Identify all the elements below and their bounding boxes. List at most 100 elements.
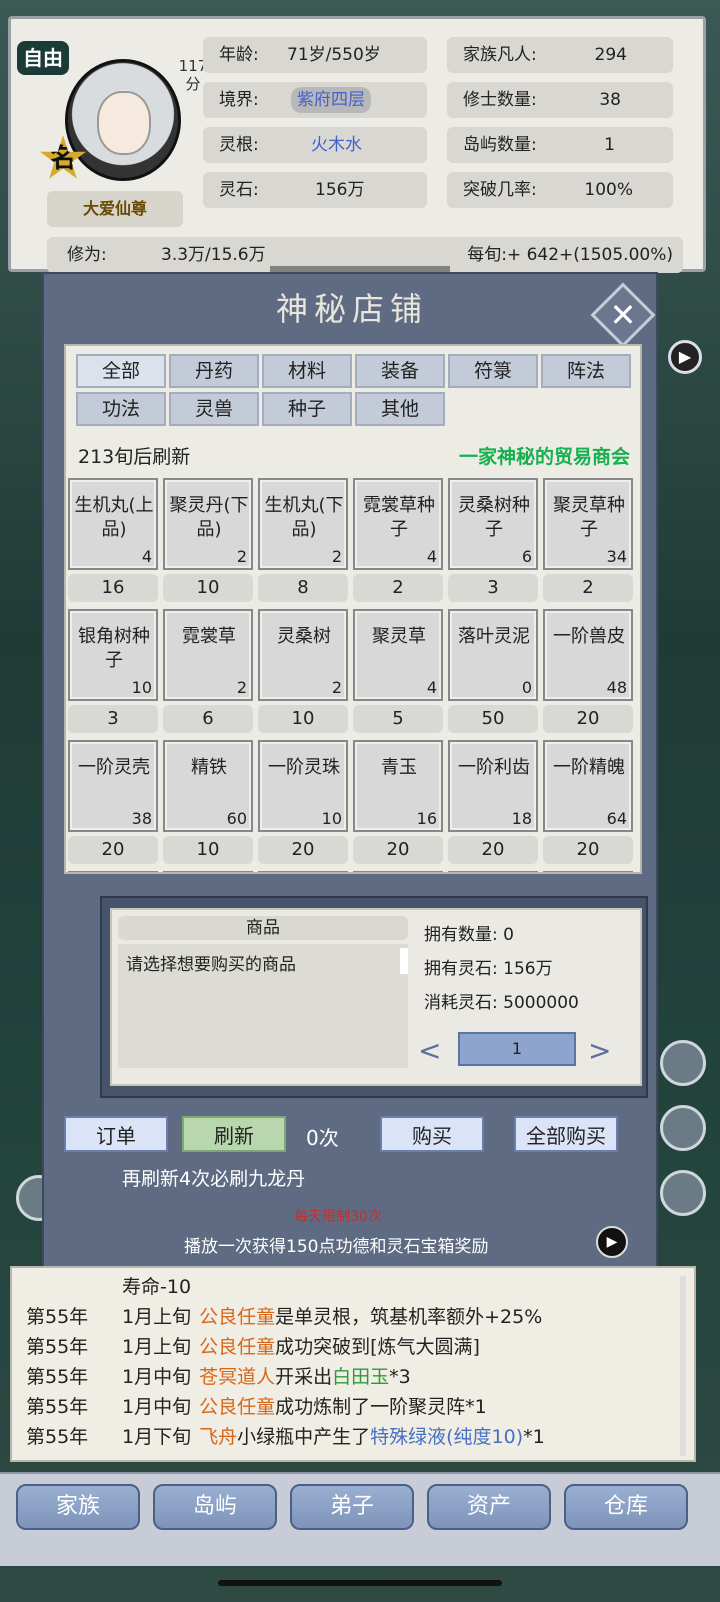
tab-9[interactable]: 种子 [262, 392, 352, 426]
tab-7[interactable]: 功法 [76, 392, 166, 426]
log-first-line: 寿命-10 [122, 1276, 192, 1298]
item-stock: 6 [521, 547, 532, 566]
item-stock: 34 [606, 547, 627, 566]
item-price: 10 [163, 574, 253, 602]
cultivation-label: 修为: [67, 245, 107, 265]
mystery-shop-dialog: 神秘店铺 ✕ 全部 丹药 材料 装备 符箓 阵法 功法 灵兽 种子 其他 213旬后刷新 一家神秘… [42, 272, 658, 1268]
player-title: 大爱仙尊 [47, 191, 183, 227]
shop-item[interactable]: 聚灵草 4 [353, 609, 443, 701]
item-stock: 4 [141, 547, 152, 566]
shop-item[interactable]: 一阶灵壳 38 [68, 740, 158, 832]
item-price: 10 [163, 836, 253, 864]
log-actor[interactable]: 苍冥道人 [199, 1366, 275, 1388]
decrease-arrow-icon[interactable]: < [418, 1034, 441, 1067]
stat-cultivators: 修士数量: 38 [447, 82, 673, 118]
log-actor[interactable]: 公良任童 [199, 1396, 275, 1418]
stat-label: 灵根: [219, 135, 259, 155]
item-name: 一阶灵壳 [78, 757, 150, 778]
item-price: 3 [448, 574, 538, 602]
item-price: 20 [543, 705, 633, 733]
stat-value: 156万 [315, 180, 365, 200]
shop-item[interactable]: 聚灵丹(下品) 2 [163, 478, 253, 570]
shop-item[interactable]: 灵桑树种子 6 [448, 478, 538, 570]
shop-item[interactable]: 银角树种子 10 [68, 609, 158, 701]
refresh-button[interactable]: 刷新 [182, 1116, 286, 1152]
shop-item[interactable]: 一阶灵珠 10 [258, 740, 348, 832]
mountain-icon[interactable] [660, 1105, 706, 1151]
stat-label: 岛屿数量: [463, 135, 537, 155]
tab-4[interactable]: 装备 [355, 354, 445, 388]
shop-item[interactable] [543, 871, 633, 872]
shop-item[interactable]: 生机丸(下品) 2 [258, 478, 348, 570]
tab-5[interactable]: 符箓 [448, 354, 538, 388]
item-name: 生机丸(下品) [264, 495, 344, 540]
item-price: 10 [258, 705, 348, 733]
daily-limit-notice: 每天限制30次 [294, 1209, 382, 1225]
play-icon[interactable]: ▶ [668, 340, 702, 374]
item-name: 灵桑树种子 [458, 495, 530, 540]
shop-item[interactable] [353, 871, 443, 872]
shop-item[interactable]: 聚灵草种子 34 [543, 478, 633, 570]
stat-islands: 岛屿数量: 1 [447, 127, 673, 163]
shop-item[interactable]: 灵桑树 2 [258, 609, 348, 701]
shop-item[interactable]: 一阶利齿 18 [448, 740, 538, 832]
log-actor[interactable]: 公良任童 [199, 1306, 275, 1328]
item-name: 青玉 [381, 757, 417, 778]
item-stock: 0 [521, 678, 532, 697]
tab-10[interactable]: 其他 [355, 392, 445, 426]
tab-2[interactable]: 丹药 [169, 354, 259, 388]
stat-value: 火木水 [311, 135, 362, 155]
per-period-gain: 每旬:+ 642+(1505.00%) [467, 245, 673, 265]
shop-item[interactable] [258, 871, 348, 872]
increase-arrow-icon[interactable]: > [588, 1034, 611, 1067]
shop-item[interactable]: 生机丸(上品) 4 [68, 478, 158, 570]
log-actor[interactable]: 公良任童 [199, 1336, 275, 1358]
quantity-input[interactable]: 1 [458, 1032, 576, 1066]
buy-button[interactable]: 购买 [380, 1116, 484, 1152]
shop-item[interactable] [163, 871, 253, 872]
tab-6[interactable]: 阵法 [541, 354, 631, 388]
log-row: 第55年 1月中旬 公良任童成功炼制了一阶聚灵阵*1 [26, 1394, 487, 1420]
gear-icon[interactable] [660, 1170, 706, 1216]
map-pin-icon[interactable] [660, 1040, 706, 1086]
shop-item[interactable]: 霓裳草 2 [163, 609, 253, 701]
item-stock: 48 [606, 678, 627, 697]
buy-all-button[interactable]: 全部购买 [514, 1116, 618, 1152]
shop-item[interactable] [448, 871, 538, 872]
play-icon[interactable]: ▶ [596, 1226, 628, 1258]
log-item[interactable]: 白田玉 [332, 1366, 389, 1388]
shop-item[interactable] [68, 871, 158, 872]
stat-breakthrough: 突破几率: 100% [447, 172, 673, 208]
shop-item[interactable]: 青玉 16 [353, 740, 443, 832]
item-price: 8 [258, 574, 348, 602]
merchant-name: 一家神秘的贸易商会 [458, 446, 630, 468]
tab-1[interactable]: 全部 [76, 354, 166, 388]
nav-3[interactable]: 弟子 [290, 1484, 414, 1530]
log-period: 1月中旬 [122, 1396, 192, 1418]
shop-item[interactable]: 一阶兽皮 48 [543, 609, 633, 701]
nav-5[interactable]: 仓库 [564, 1484, 688, 1530]
owned-stone: 拥有灵石: 156万 [424, 959, 553, 979]
nav-4[interactable]: 资产 [427, 1484, 551, 1530]
close-icon[interactable]: ✕ [600, 288, 646, 342]
shop-item[interactable]: 精铁 60 [163, 740, 253, 832]
shop-item[interactable]: 落叶灵泥 0 [448, 609, 538, 701]
nav-2[interactable]: 岛屿 [153, 1484, 277, 1530]
player-header: 自由 名 117 分 大爱仙尊 年龄: 71岁/550岁 境界: 紫府四层 灵根… [8, 16, 706, 273]
description-scrollbar[interactable] [400, 948, 408, 974]
tab-8[interactable]: 灵兽 [169, 392, 259, 426]
log-actor[interactable]: 飞舟 [199, 1426, 237, 1448]
log-item[interactable]: 特殊绿液(纯度10) [370, 1426, 523, 1448]
log-year: 第55年 [26, 1366, 89, 1388]
item-stock: 18 [511, 809, 532, 828]
nav-1[interactable]: 家族 [16, 1484, 140, 1530]
tab-3[interactable]: 材料 [262, 354, 352, 388]
order-button[interactable]: 订单 [64, 1116, 168, 1152]
shop-item[interactable]: 一阶精魄 64 [543, 740, 633, 832]
item-name: 一阶兽皮 [553, 626, 625, 647]
avatar-face [97, 91, 151, 155]
mode-badge[interactable]: 自由 [17, 41, 69, 75]
shop-item[interactable]: 霓裳草种子 4 [353, 478, 443, 570]
log-scrollbar[interactable] [680, 1276, 686, 1456]
log-period: 1月中旬 [122, 1366, 192, 1388]
